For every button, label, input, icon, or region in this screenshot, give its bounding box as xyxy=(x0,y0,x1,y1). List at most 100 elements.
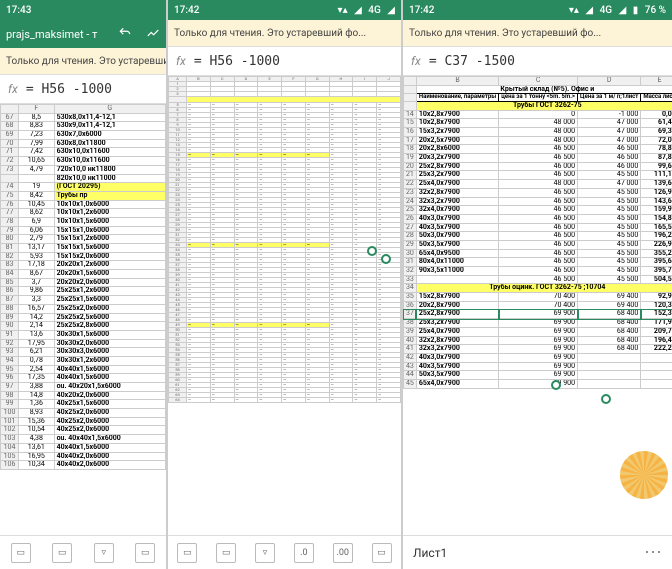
table-row[interactable]: 1615x3,2x790048 00047 00069,36 xyxy=(404,128,672,137)
cell[interactable]: 46 500 xyxy=(499,258,578,267)
row-header[interactable]: 77 xyxy=(1,209,19,218)
table-row[interactable]: 2850x3,0x790046 50045 500196,23 xyxy=(404,232,672,241)
readonly-banner[interactable]: Только для чтения. Это устаревший фо... xyxy=(0,48,166,74)
cell[interactable]: 13,17 xyxy=(19,244,55,253)
formula-bar[interactable]: fx = H56 -1000 xyxy=(168,46,401,76)
table-row[interactable]: 902,1425x25x2,8x6000 xyxy=(1,322,166,331)
cell[interactable]: 48 000 xyxy=(499,180,578,189)
cell[interactable]: 630x10,0x11600 xyxy=(54,157,165,166)
cell[interactable]: 45 500 xyxy=(578,223,641,232)
cell[interactable]: 45 500 xyxy=(578,258,641,267)
cell[interactable]: 40x25x1,5x6000 xyxy=(54,400,165,409)
cell[interactable]: 15x15x2,0x6000 xyxy=(54,252,165,261)
selection-handle-icon[interactable] xyxy=(601,394,611,404)
cell[interactable]: 69 900 xyxy=(499,310,578,319)
row-header[interactable]: 99 xyxy=(1,400,19,409)
table-row[interactable]: 1410x2,8x79000-1 0000,00 xyxy=(404,110,672,119)
cell[interactable]: 120,38 xyxy=(641,301,672,310)
cell[interactable]: 45 500 xyxy=(578,188,641,197)
cell[interactable]: 47 000 xyxy=(578,180,641,189)
table-row[interactable]: 10610,3440x40x2,0x6000 xyxy=(1,461,166,470)
col-header[interactable]: C xyxy=(499,77,578,86)
cell[interactable] xyxy=(641,379,672,388)
cell[interactable]: 68 400 xyxy=(578,327,641,336)
cell[interactable]: 46 500 xyxy=(499,188,578,197)
row-header[interactable]: 79 xyxy=(1,226,19,235)
table-row[interactable]: 1720x2,5x790048 00047 00072,00 xyxy=(404,136,672,145)
row-header[interactable]: 102 xyxy=(1,426,19,435)
cell[interactable]: 10,54 xyxy=(19,426,55,435)
row-header[interactable]: 32 xyxy=(404,267,417,276)
cell[interactable]: 25x25x2,5x6000 xyxy=(54,313,165,322)
col-header[interactable] xyxy=(404,77,417,86)
cell[interactable]: 30x30x3,0x6000 xyxy=(54,348,165,357)
cell[interactable]: 40x3,0x7900 xyxy=(416,214,498,223)
cell[interactable]: 20x2,8x6000 xyxy=(416,145,498,154)
cell[interactable]: 7,23 xyxy=(19,131,55,140)
cell[interactable]: 46 500 xyxy=(499,267,578,276)
cell[interactable]: 47 000 xyxy=(578,119,641,128)
cell[interactable]: (ГОСТ 20295) xyxy=(54,183,165,192)
cell[interactable]: 46 500 xyxy=(499,240,578,249)
cell[interactable]: 69 900 xyxy=(499,319,578,328)
cell[interactable]: 25x3,2x7900 xyxy=(416,319,498,328)
table-row[interactable]: 2532x4,0x790046 50045 500159,96 xyxy=(404,206,672,215)
row-header[interactable]: 69 xyxy=(1,131,19,140)
cell[interactable]: 8,83 xyxy=(19,122,55,131)
col-header[interactable]: F xyxy=(19,105,55,114)
cell[interactable]: 45 500 xyxy=(578,267,641,276)
col-header[interactable]: G xyxy=(54,105,165,114)
decimal-icon[interactable]: .0 xyxy=(294,543,314,563)
cell[interactable]: 45 500 xyxy=(578,171,641,180)
cell[interactable]: 40x40x2,0x6000 xyxy=(54,461,165,470)
cell[interactable]: 143,69 xyxy=(641,197,672,206)
cell[interactable]: 46 500 xyxy=(499,249,578,258)
cell[interactable]: 80x4,0x11000 xyxy=(416,258,498,267)
cell[interactable]: 4,38 xyxy=(19,435,55,444)
cell[interactable]: 32x2,8x7900 xyxy=(416,188,498,197)
cell[interactable]: 65x4,0x9500 xyxy=(416,249,498,258)
cell[interactable]: 69 900 xyxy=(499,371,578,380)
row-header[interactable]: 78 xyxy=(1,217,19,226)
highlight-icon[interactable] xyxy=(146,26,160,43)
cell[interactable]: 70 400 xyxy=(499,293,578,302)
table-row[interactable]: 1034,38ou. 40x40x1,5x6000 xyxy=(1,435,166,444)
table-row[interactable]: 786,910x10x1,5x6000 xyxy=(1,217,166,226)
cell[interactable]: 10x10x1,2x6000 xyxy=(54,209,165,218)
cell[interactable]: 69 400 xyxy=(578,301,641,310)
cell[interactable]: 25x25x1,2x6000 xyxy=(54,287,165,296)
row-header[interactable]: 25 xyxy=(404,206,417,215)
row-header[interactable]: 68 xyxy=(1,122,19,131)
add-sheet-icon[interactable]: ⋯ xyxy=(634,542,672,563)
cell[interactable] xyxy=(641,371,672,380)
row-header[interactable]: 76 xyxy=(1,200,19,209)
cell[interactable]: 40x40x1,5x6000 xyxy=(54,374,165,383)
cell[interactable]: 19 xyxy=(19,183,55,192)
cell[interactable]: 8,62 xyxy=(19,209,55,218)
cell[interactable]: 395,72 xyxy=(641,267,672,276)
cell[interactable]: 90x3,5x11000 xyxy=(416,267,498,276)
table-row[interactable]: 64————————— xyxy=(169,398,401,403)
cell[interactable]: 25x4,0x7900 xyxy=(416,327,498,336)
cell[interactable]: 32x3,2x7900 xyxy=(416,197,498,206)
row-header[interactable]: 84 xyxy=(1,270,19,279)
cell[interactable]: Трубы пр xyxy=(54,191,165,200)
row-header[interactable]: 41 xyxy=(404,345,417,354)
cell[interactable]: 69 900 xyxy=(499,362,578,371)
spreadsheet-grid[interactable]: ABCDEFGHIJ1235—————————6—————————7——————… xyxy=(168,76,401,535)
cell[interactable]: 111,14 xyxy=(641,171,672,180)
cell[interactable]: — xyxy=(234,398,258,403)
row-header[interactable]: 17 xyxy=(404,136,417,145)
cell[interactable]: 40x40x2,0x6000 xyxy=(54,452,165,461)
cell[interactable]: 126,95 xyxy=(641,188,672,197)
row-header[interactable]: 94 xyxy=(1,356,19,365)
cell[interactable] xyxy=(578,371,641,380)
cell[interactable]: 69 900 xyxy=(499,345,578,354)
row-header[interactable]: 27 xyxy=(404,223,417,232)
row-header[interactable]: 73 xyxy=(1,165,19,174)
cell[interactable]: 630x8,0x11800 xyxy=(54,139,165,148)
cell[interactable]: 40x25x2,0x6000 xyxy=(54,409,165,418)
table-row[interactable]: 2225x4,0x790048 00047 000139,68 xyxy=(404,180,672,189)
table-row[interactable]: 2025x2,8x790046 00046 00099,64 xyxy=(404,162,672,171)
table-row[interactable]: 3620x2,8x790070 40069 400120,38 xyxy=(404,301,672,310)
